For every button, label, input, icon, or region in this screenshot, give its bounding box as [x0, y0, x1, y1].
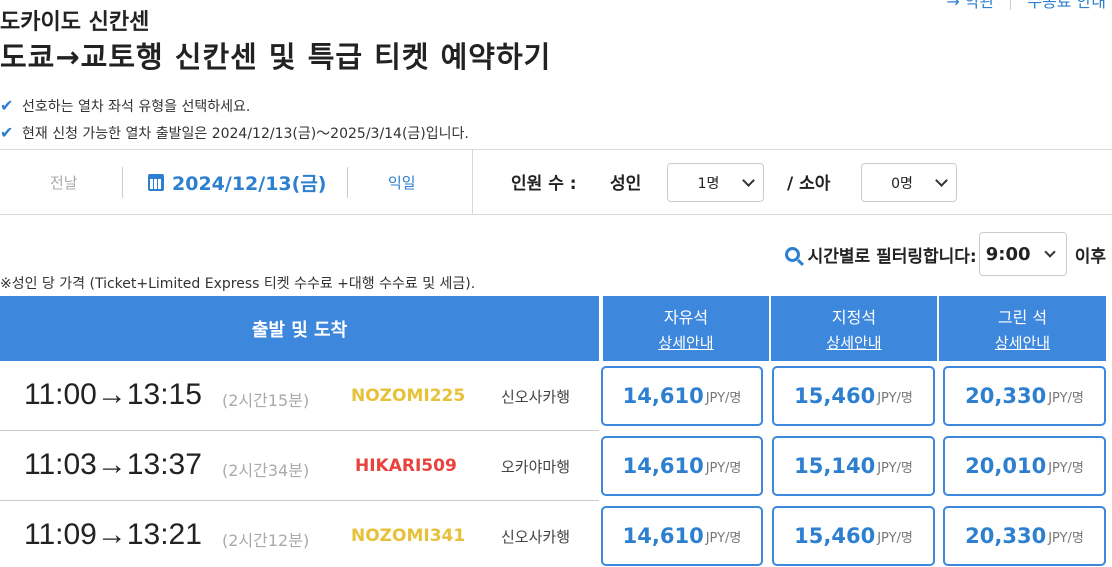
price-button-green[interactable]: 20,330 JPY/명 — [943, 506, 1106, 566]
class-header-reserved: 지정석 상세안내 — [771, 296, 937, 361]
price-unit: JPY/명 — [877, 530, 913, 546]
price-unit: JPY/명 — [705, 460, 742, 476]
price-unit: JPY/명 — [1048, 530, 1084, 546]
date-bar: 전날 2024/12/13(금) 익일 인원 수 : 성인 1명 / 소아 0명 — [0, 149, 1112, 215]
class-info-link[interactable]: 상세안내 — [603, 332, 769, 353]
train-name: NOZOMI225 — [351, 386, 466, 406]
price-amount: 20,010 — [965, 454, 1047, 478]
divider — [472, 150, 473, 214]
adult-count-select[interactable]: 1명 — [667, 163, 764, 202]
divider — [122, 167, 123, 198]
duration: (2시간34분) — [222, 461, 310, 480]
price-amount: 15,140 — [794, 454, 876, 478]
child-label: / 소아 — [787, 174, 831, 194]
price-button-reserved[interactable]: 15,460 JPY/명 — [772, 506, 935, 566]
price-button-unreserved[interactable]: 14,610 JPY/명 — [601, 506, 763, 566]
link-divider — [1010, 0, 1012, 10]
page-title: 도쿄→교토행 신칸센 및 특급 티켓 예약하기 — [0, 40, 552, 74]
departure-arrival-times: 11:03→13:37 — [24, 448, 202, 481]
divider — [347, 167, 348, 198]
class-info-link[interactable]: 상세안내 — [939, 332, 1106, 353]
note-item: ✔ 현재 신청 가능한 열차 출발일은 2024/12/13(금)～2025/3… — [0, 119, 469, 146]
time-filter-value: 9:00 — [985, 243, 1031, 265]
price-button-unreserved[interactable]: 14,610 JPY/명 — [601, 436, 763, 496]
price-unit: JPY/명 — [1048, 460, 1084, 476]
price-amount: 15,460 — [794, 384, 876, 408]
destination: 신오사카행 — [501, 528, 571, 546]
price-amount: 14,610 — [622, 384, 704, 408]
date-picker[interactable]: 2024/12/13(금) — [148, 169, 327, 196]
price-button-reserved[interactable]: 15,140 JPY/명 — [772, 436, 935, 496]
class-name: 자유석 — [663, 308, 709, 327]
calendar-icon — [148, 174, 164, 191]
chevron-down-icon — [935, 174, 948, 187]
price-amount: 15,460 — [794, 524, 876, 548]
train-name: HIKARI509 — [355, 456, 457, 476]
train-row: 11:09→13:21 (2시간12분) NOZOMI341 신오사카행 — [0, 501, 599, 567]
duration: (2시간12분) — [222, 531, 310, 550]
price-button-green[interactable]: 20,010 JPY/명 — [943, 436, 1106, 496]
price-unit: JPY/명 — [705, 530, 742, 546]
price-button-reserved[interactable]: 15,460 JPY/명 — [772, 366, 935, 426]
time-filter-select[interactable]: 9:00 — [978, 232, 1067, 276]
class-info-link[interactable]: 상세안내 — [771, 332, 937, 353]
departure-arrival-times: 11:09→13:21 — [24, 518, 202, 551]
child-count-select[interactable]: 0명 — [861, 163, 957, 202]
filter-label: 시간별로 필터링합니다: — [807, 246, 977, 267]
next-day-button[interactable]: 익일 — [388, 172, 416, 193]
notes: ✔ 선호하는 열차 좌석 유형을 선택하세요. ✔ 현재 신청 가능한 열차 출… — [0, 92, 469, 146]
duration: (2시간15분) — [222, 391, 310, 410]
price-button-green[interactable]: 20,330 JPY/명 — [943, 366, 1106, 426]
price-amount: 20,330 — [965, 384, 1047, 408]
check-icon: ✔ — [0, 96, 14, 115]
class-header-unreserved: 자유석 상세안내 — [603, 296, 769, 361]
note-text: 선호하는 열차 좌석 유형을 선택하세요. — [22, 98, 251, 115]
class-header-green: 그린 석 상세안내 — [939, 296, 1106, 361]
price-amount: 14,610 — [622, 454, 704, 478]
price-unit: JPY/명 — [877, 460, 913, 476]
departure-arrival-times: 11:00→13:15 — [24, 378, 202, 411]
note-text: 현재 신청 가능한 열차 출발일은 2024/12/13(금)～2025/3/1… — [22, 125, 469, 142]
note-item: ✔ 선호하는 열차 좌석 유형을 선택하세요. — [0, 92, 469, 119]
chevron-down-icon — [1044, 246, 1056, 258]
price-amount: 14,610 — [622, 524, 704, 548]
price-amount: 20,330 — [965, 524, 1047, 548]
terms-link[interactable]: → 약관 — [946, 0, 994, 12]
price-note: ※성인 당 가격 (Ticket+Limited Express 티켓 수수료 … — [0, 276, 476, 292]
price-unit: JPY/명 — [877, 390, 913, 406]
check-icon: ✔ — [0, 123, 14, 142]
destination: 오카야마행 — [501, 458, 571, 476]
price-unit: JPY/명 — [1048, 390, 1084, 406]
time-filter: 시간별로 필터링합니다: 9:00 이후 — [784, 232, 1106, 276]
price-unit: JPY/명 — [705, 390, 742, 406]
class-name: 지정석 — [831, 308, 877, 327]
train-row: 11:00→13:15 (2시간15분) NOZOMI225 신오사카행 — [0, 361, 599, 431]
chevron-down-icon — [742, 174, 755, 187]
filter-suffix: 이후 — [1074, 246, 1106, 267]
fare-guide-link[interactable]: 수송료 안내 — [1027, 0, 1106, 12]
top-links: → 약관 수송료 안내 — [946, 0, 1106, 12]
price-button-unreserved[interactable]: 14,610 JPY/명 — [601, 366, 763, 426]
adult-count-value: 1명 — [697, 175, 720, 192]
child-count-value: 0명 — [891, 175, 913, 192]
destination: 신오사카행 — [501, 388, 571, 406]
page-subtitle: 도카이도 신칸센 — [0, 10, 150, 35]
train-name: NOZOMI341 — [351, 526, 466, 546]
train-row: 11:03→13:37 (2시간34분) HIKARI509 오카야마행 — [0, 431, 599, 501]
search-icon — [784, 246, 800, 262]
adult-label: 성인 — [610, 174, 642, 194]
route-header-label: 출발 및 도착 — [251, 319, 348, 341]
passengers-label: 인원 수 : — [511, 174, 577, 194]
date-value: 2024/12/13(금) — [172, 173, 327, 195]
prev-day-button[interactable]: 전날 — [50, 172, 78, 193]
class-name: 그린 석 — [997, 308, 1048, 327]
route-header: 출발 및 도착 — [0, 296, 599, 361]
